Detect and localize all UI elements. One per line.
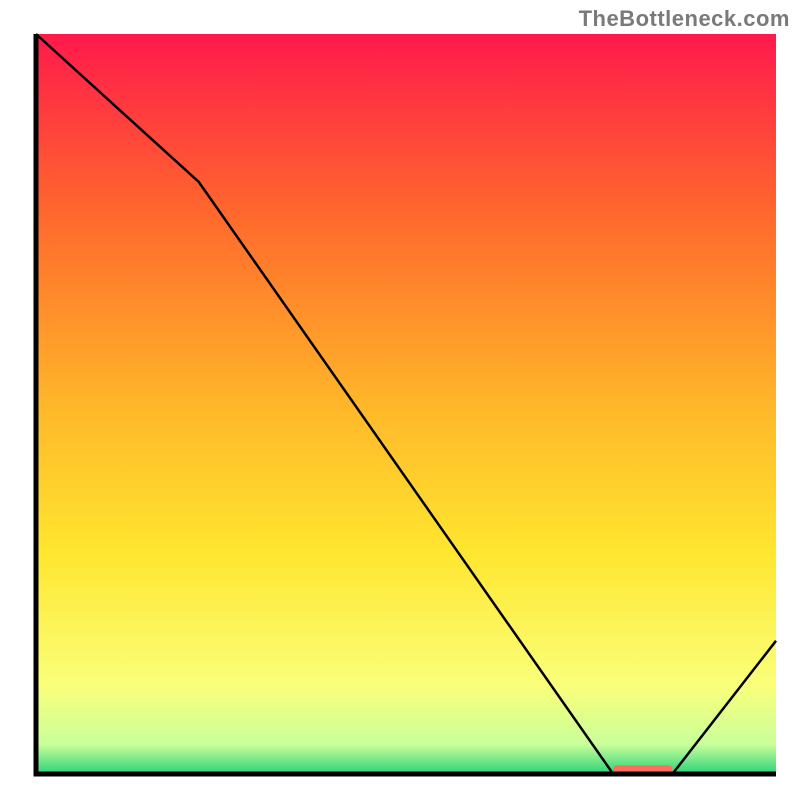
- chart-container: TheBottleneck.com: [0, 0, 800, 800]
- plot-background: [36, 34, 776, 774]
- attribution-text: TheBottleneck.com: [579, 6, 790, 32]
- chart-svg: [0, 0, 800, 800]
